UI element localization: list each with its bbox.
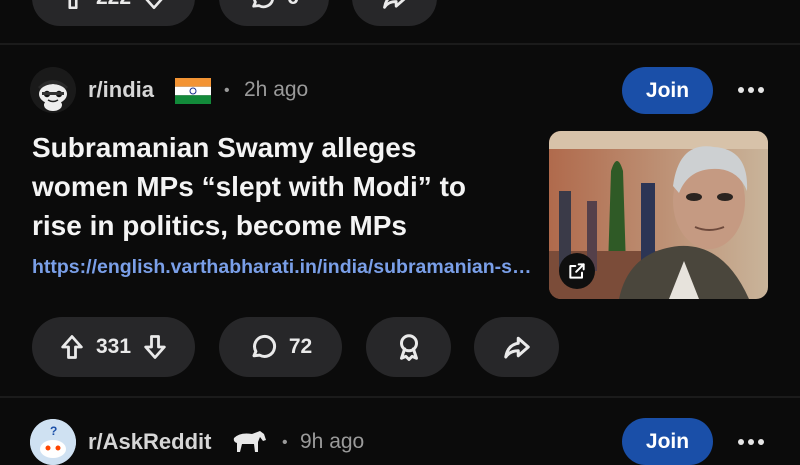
horse-icon <box>233 431 266 452</box>
external-link-badge[interactable] <box>559 253 595 289</box>
upvote-count: 331 <box>95 335 132 358</box>
next-post-time: 9h ago <box>300 430 365 453</box>
snoo-avatar-icon <box>30 67 76 113</box>
next-meta-separator: • <box>282 434 288 451</box>
vote-pill: 331 <box>32 317 195 377</box>
india-flag-icon <box>175 78 211 104</box>
comments-button[interactable]: 72 <box>219 317 342 377</box>
comment-count: 72 <box>288 335 313 358</box>
post-link[interactable]: https://english.varthabharati.in/india/s… <box>32 256 537 279</box>
post-time: 2h ago <box>244 78 309 101</box>
comment-icon <box>252 0 275 9</box>
downvote-icon[interactable] <box>141 333 169 361</box>
comment-icon <box>252 334 276 358</box>
more-options-icon[interactable] <box>738 87 764 93</box>
prev-comments-button[interactable]: 6 <box>219 0 329 26</box>
meta-separator: • <box>224 82 230 99</box>
share-button[interactable] <box>474 317 559 377</box>
next-join-button[interactable]: Join <box>622 418 713 465</box>
post-divider <box>0 43 800 45</box>
next-more-options-icon[interactable] <box>738 439 764 445</box>
upvote-icon[interactable] <box>60 0 86 11</box>
snoo-question-icon: ? <box>30 419 76 465</box>
subreddit-avatar[interactable] <box>30 67 76 113</box>
comment-count: 6 <box>287 0 299 10</box>
external-link-icon <box>569 263 585 279</box>
prev-vote-pill: 222 <box>32 0 195 26</box>
join-button[interactable]: Join <box>622 67 713 114</box>
prev-share-button[interactable] <box>352 0 437 26</box>
upvote-count: 222 <box>96 0 131 10</box>
post-title[interactable]: Subramanian Swamy alleges women MPs “sle… <box>32 128 512 245</box>
award-button[interactable] <box>366 317 451 377</box>
next-subreddit-avatar[interactable]: ? <box>30 419 76 465</box>
post-divider <box>0 396 800 398</box>
post-thumbnail[interactable] <box>549 131 768 299</box>
upvote-icon[interactable] <box>58 333 86 361</box>
next-subreddit-name[interactable]: r/AskReddit <box>88 429 211 455</box>
award-icon <box>399 334 418 361</box>
share-icon <box>503 336 530 359</box>
subreddit-name[interactable]: r/india <box>88 77 154 103</box>
downvote-icon[interactable] <box>141 0 167 11</box>
svg-text:?: ? <box>50 424 57 438</box>
share-icon <box>382 0 405 9</box>
